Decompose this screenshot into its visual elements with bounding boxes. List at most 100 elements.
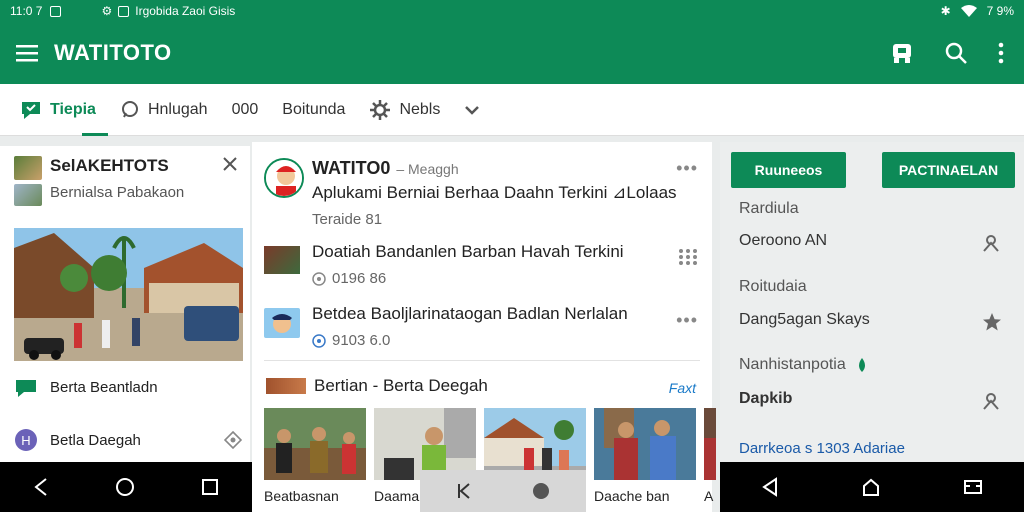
featured-subtitle: Bernialsa Pabakaon (50, 184, 185, 201)
list-item[interactable]: H Betla Daegah (14, 428, 242, 452)
gallery-photo[interactable] (264, 408, 366, 480)
grid-icon[interactable] (678, 248, 698, 266)
gallery-photo[interactable] (704, 408, 716, 480)
views-icon (312, 271, 326, 286)
status-bar: 11:0 7 ⚙ Irgobida Zaoi Gisis ✱ 7 9% (0, 0, 1024, 22)
nav-bar-center (420, 470, 586, 512)
list-item-label: Berta Beantladn (50, 378, 158, 396)
star-icon[interactable] (982, 312, 1002, 332)
tab-tiepia[interactable]: Tiepia (0, 84, 108, 136)
featured-thumbnail-small (14, 184, 42, 206)
tab-label: Tiepia (50, 100, 96, 118)
recents-icon[interactable] (963, 477, 983, 497)
featured-card: SelAKEHTOTS Bernialsa Pabakaon Berta Bea… (0, 146, 250, 462)
wifi-icon (960, 5, 977, 17)
menu-button[interactable] (0, 44, 54, 62)
side-panel: Ruuneeos PACTINAELAN Rardiula Oeroono AN… (720, 142, 1024, 462)
chevron-down-icon (465, 105, 480, 115)
section-thumbnail (266, 378, 306, 394)
svg-text:H: H (21, 433, 30, 448)
tab-label: Nebls (399, 100, 441, 118)
nav-bar-left (0, 462, 252, 512)
panel-item[interactable]: Dang5agan Skays (739, 311, 870, 329)
battery-level: 7 9% (986, 4, 1014, 18)
post-headline: Doatiah Bandanlen Barban Havah Terkini (312, 242, 624, 261)
featured-title: SelAKEHTOTS (50, 156, 169, 175)
search-icon[interactable] (944, 41, 968, 65)
image-notification-icon (50, 5, 62, 17)
post-stats: Teraide 81 (312, 211, 383, 228)
more-vert-icon[interactable] (998, 42, 1004, 64)
green-drop-icon (858, 358, 865, 372)
status-time: 11:0 7 (10, 4, 43, 18)
share-icon[interactable] (224, 431, 242, 449)
post-more-icon[interactable]: ••• (676, 310, 698, 331)
ruuneeos-button[interactable]: Ruuneeos (731, 152, 846, 188)
gallery-caption: A (704, 488, 714, 504)
tab-000[interactable]: 000 (220, 84, 271, 136)
tab-label: Hnlugah (147, 100, 208, 118)
tab-nebls[interactable]: Nebls (357, 84, 452, 136)
post-headline: Aplukami Berniai Berhaa Daahn Terkini ⊿L… (312, 183, 677, 202)
feed-post[interactable]: Doatiah Bandanlen Barban Havah Terkini 0… (264, 242, 624, 287)
home-icon[interactable] (861, 477, 881, 497)
list-item[interactable]: Berta Beantladn (14, 376, 158, 398)
person-icon[interactable] (982, 234, 1000, 252)
post-stats: 9103 6.0 (332, 332, 391, 349)
panel-label-row: Nanhistanpotia (739, 356, 868, 374)
close-icon[interactable] (222, 156, 238, 172)
post-more-icon[interactable]: ••• (676, 158, 698, 179)
tab-label: 000 (231, 100, 259, 118)
post-headline: Betdea Baoljlarinataogan Badlan Nerlalan (312, 304, 628, 323)
panel-item[interactable]: Dapkib (739, 390, 792, 408)
section-link[interactable]: Faxt (669, 380, 696, 396)
views-icon (312, 333, 326, 348)
post-author: WATITO0 (312, 158, 391, 178)
account-icon[interactable] (890, 41, 914, 65)
h-badge-icon: H (15, 429, 37, 451)
tab-boitunda[interactable]: Boitunda (270, 84, 357, 136)
panel-link[interactable]: Darrkeoa s 1303 Adariae (739, 440, 905, 457)
tag-icon (22, 101, 40, 119)
panel-item[interactable]: Oeroono AN (739, 232, 827, 250)
pactinaelan-button[interactable]: PACTINAELAN (882, 152, 1015, 188)
post-thumbnail (264, 246, 300, 274)
panel-label: Rardiula (739, 200, 799, 217)
back-icon[interactable] (761, 477, 779, 497)
tab-label: Boitunda (282, 100, 346, 118)
news-feed: WATITO0 – Meaggh Aplukami Berniai Berhaa… (252, 142, 716, 512)
panel-label: Nanhistanpotia (739, 356, 846, 373)
gallery-caption: Daache ban (594, 488, 670, 504)
section-header: Bertian - Berta Deegah (266, 376, 488, 396)
author-avatar (264, 158, 304, 198)
nav-bar-right (720, 462, 1024, 512)
back-icon[interactable] (33, 477, 49, 497)
tabs-more-button[interactable] (452, 84, 492, 136)
notification-text: Irgobida Zaoi Gisis (135, 4, 236, 18)
gallery-photo[interactable] (594, 408, 696, 480)
feed-post[interactable]: Betdea Baoljlarinataogan Badlan Nerlalan… (264, 304, 628, 349)
back-icon[interactable] (456, 482, 472, 500)
post-thumbnail (264, 308, 300, 338)
recents-icon[interactable] (201, 478, 219, 496)
app-bar: WATITOTO (0, 22, 1024, 84)
gear-icon (370, 99, 391, 120)
divider (264, 360, 700, 361)
featured-photo[interactable] (14, 228, 243, 361)
feed-post[interactable]: WATITO0 – Meaggh Aplukami Berniai Berhaa… (264, 158, 677, 228)
post-time: – Meaggh (396, 161, 459, 177)
gallery-caption: Beatbasnan (264, 488, 339, 504)
panel-label: Roitudaia (739, 278, 807, 295)
app-notification-icon (118, 5, 130, 17)
home-icon[interactable] (532, 482, 550, 500)
tab-hnlugah[interactable]: Hnlugah (108, 84, 220, 136)
person-icon[interactable] (982, 392, 1000, 410)
section-title: Bertian - Berta Deegah (314, 376, 488, 395)
list-item-label: Betla Daegah (50, 431, 141, 449)
home-icon[interactable] (115, 477, 135, 497)
app-title: WATITOTO (54, 40, 172, 65)
hamburger-icon (16, 45, 38, 62)
chat-bubble-icon (16, 380, 36, 397)
tab-bar: Tiepia Hnlugah 000 Boitunda Nebls (0, 84, 1024, 136)
featured-thumbnail (14, 156, 42, 180)
